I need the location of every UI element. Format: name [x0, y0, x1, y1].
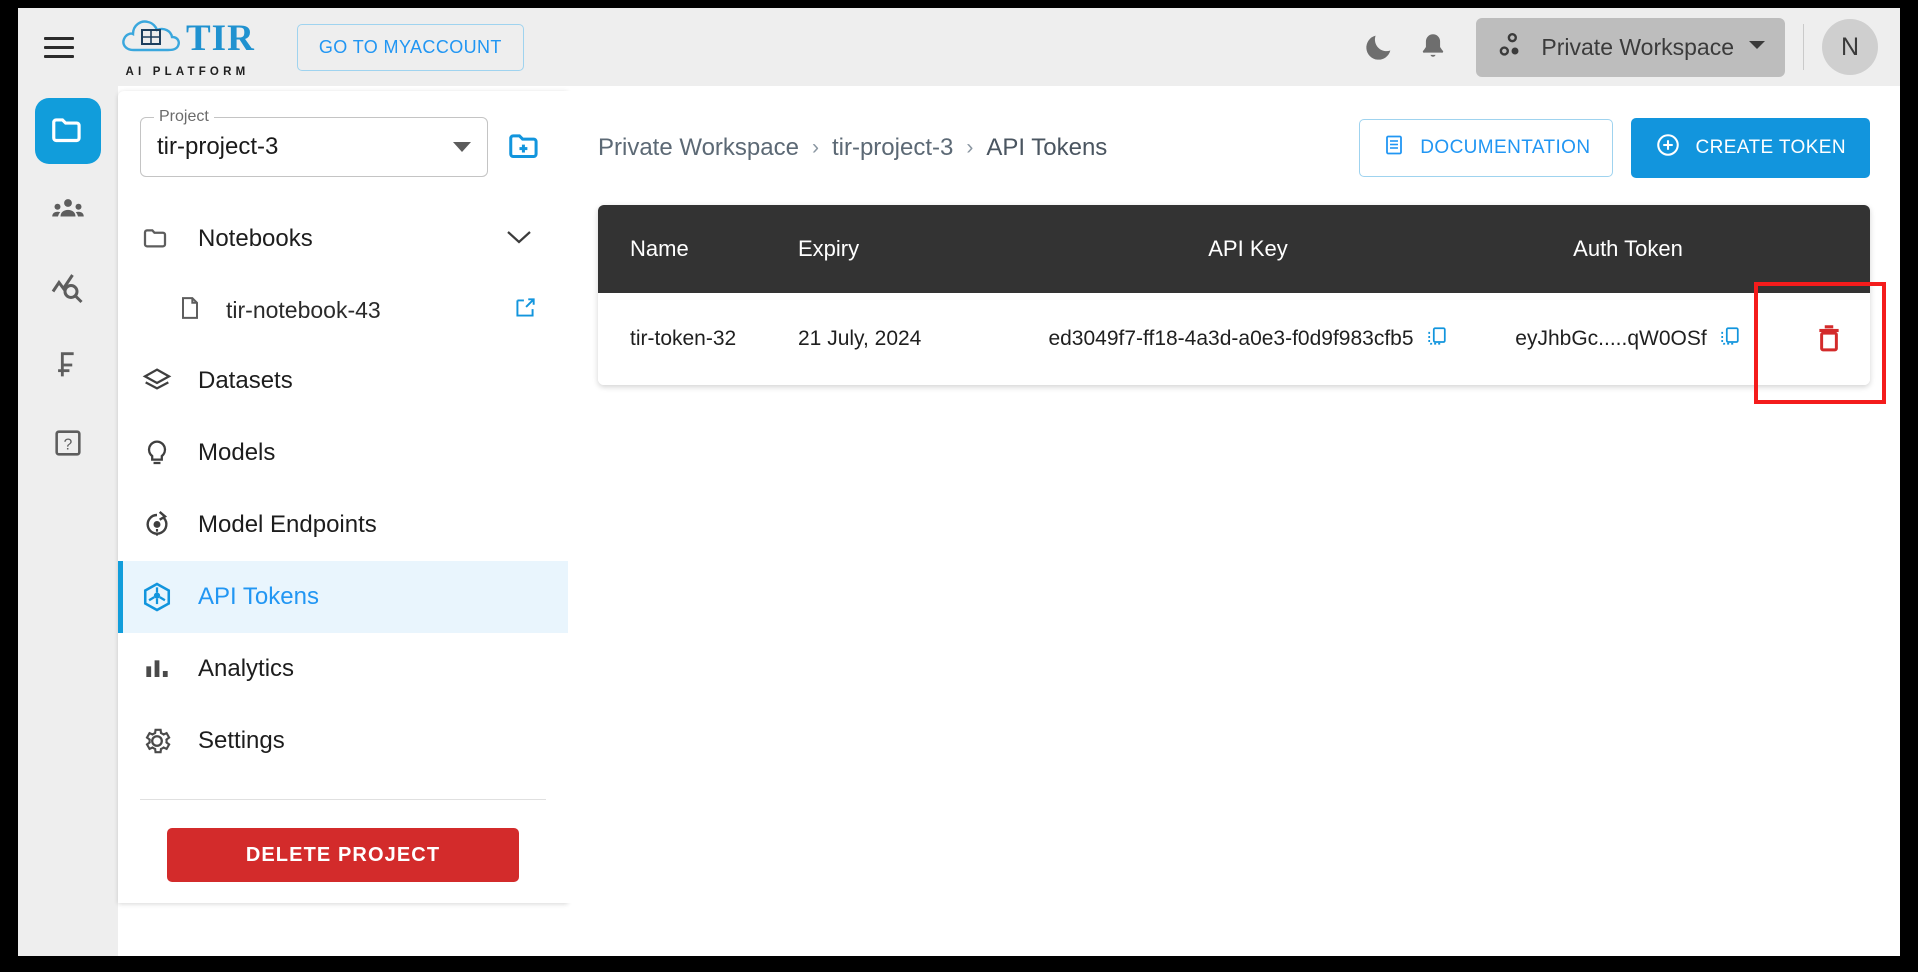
create-token-button-label: CREATE TOKEN: [1695, 137, 1846, 158]
create-token-button[interactable]: CREATE TOKEN: [1631, 118, 1870, 178]
app-window: TIR AI PLATFORM GO TO MYACCOUNT Private …: [18, 8, 1900, 956]
rail-item-billing[interactable]: [35, 332, 101, 398]
rail-item-help[interactable]: ?: [35, 410, 101, 476]
left-rail: ?: [18, 86, 118, 956]
logo-subtitle: AI PLATFORM: [125, 66, 250, 78]
column-header-auth-token: Auth Token: [1573, 236, 1683, 261]
cell-api-key: ed3049f7-ff18-4a3d-a0e3-f0d9f983cfb5: [1028, 325, 1468, 353]
sidebar-item-datasets[interactable]: Datasets: [118, 345, 568, 417]
doc-icon: [1382, 133, 1406, 163]
plus-circle-icon: [1655, 132, 1681, 164]
logo-title: TIR: [186, 18, 255, 59]
breadcrumb-item-project[interactable]: tir-project-3: [832, 134, 953, 162]
content-header: Private Workspace › tir-project-3 › API …: [568, 91, 1900, 178]
file-icon: [176, 294, 204, 327]
cell-token-expiry: 21 July, 2024: [798, 327, 922, 350]
layers-icon: [140, 365, 174, 397]
question-box-icon: ?: [55, 430, 81, 456]
moon-icon[interactable]: [1352, 20, 1406, 74]
sidebar-item-notebooks[interactable]: Notebooks: [118, 203, 568, 275]
header-actions: DOCUMENTATION CREATE TOKEN: [1359, 118, 1870, 178]
delete-token-button[interactable]: [1797, 307, 1861, 371]
avatar[interactable]: N: [1822, 19, 1878, 75]
cell-actions: [1788, 307, 1870, 371]
project-select-value: tir-project-3: [157, 133, 279, 160]
sidebar-item-settings[interactable]: Settings: [118, 705, 568, 777]
sidebar-item-models[interactable]: Models: [118, 417, 568, 489]
top-bar: TIR AI PLATFORM GO TO MYACCOUNT Private …: [18, 8, 1900, 86]
tir-logo: TIR AI PLATFORM: [120, 16, 255, 78]
column-header-expiry: Expiry: [798, 236, 860, 261]
sidebar-item-analytics[interactable]: Analytics: [118, 633, 568, 705]
documentation-button[interactable]: DOCUMENTATION: [1359, 119, 1614, 177]
rail-item-monitoring[interactable]: [35, 254, 101, 320]
table-header-row: Name Expiry API Key Auth Token: [598, 205, 1870, 293]
chevron-down-icon: [1748, 38, 1766, 56]
sidebar-item-label: Analytics: [198, 655, 295, 682]
rail-item-projects[interactable]: [35, 98, 101, 164]
sidebar-item-label: Model Endpoints: [198, 511, 377, 538]
sidebar-item-api-tokens[interactable]: API Tokens: [118, 561, 568, 633]
endpoint-icon: [140, 509, 174, 541]
project-select[interactable]: Project tir-project-3: [140, 108, 488, 177]
folder-plus-icon[interactable]: [504, 126, 546, 168]
sidebar-divider: [140, 799, 546, 800]
copy-icon[interactable]: [1719, 325, 1741, 353]
people-icon: [52, 199, 84, 217]
auth-token-value: eyJhbGc.....qW0OSf: [1515, 327, 1707, 350]
cube-icon: [140, 580, 174, 614]
divider: [1803, 24, 1804, 70]
chevron-down-icon: [453, 142, 471, 152]
workspace-nodes-icon: [1495, 29, 1527, 66]
column-header-name: Name: [630, 236, 689, 261]
main-content: Private Workspace › tir-project-3 › API …: [568, 91, 1900, 903]
trash-icon: [1812, 321, 1846, 358]
franc-icon: [58, 352, 74, 377]
folder-outline-icon: [140, 223, 174, 255]
workspace-selector[interactable]: Private Workspace: [1476, 17, 1785, 77]
api-key-value: ed3049f7-ff18-4a3d-a0e3-f0d9f983cfb5: [1048, 327, 1414, 350]
bar-chart-icon: [140, 653, 174, 685]
go-to-myaccount-button[interactable]: GO TO MYACCOUNT: [296, 23, 524, 71]
sidebar-nav: Notebooks tir-notebook-43 Datasets Model…: [118, 203, 568, 777]
top-bar-right: Private Workspace N: [1352, 17, 1900, 77]
breadcrumb-item-current: API Tokens: [986, 134, 1108, 161]
sidebar-item-label: Models: [198, 439, 276, 466]
sidebar-item-label: Settings: [198, 727, 285, 754]
svg-text:?: ?: [64, 436, 73, 453]
cloud-logo-icon: [120, 16, 182, 61]
external-link-icon[interactable]: [512, 295, 538, 326]
bell-icon[interactable]: [1406, 20, 1460, 74]
workspace-label: Private Workspace: [1541, 33, 1734, 60]
gear-icon: [140, 725, 174, 757]
hamburger-icon[interactable]: [36, 24, 82, 70]
bulb-icon: [140, 437, 174, 469]
column-header-api-key: API Key: [1208, 236, 1288, 261]
project-selector-row: Project tir-project-3: [118, 91, 568, 177]
cell-auth-token: eyJhbGc.....qW0OSf: [1468, 325, 1788, 353]
cell-token-name: tir-token-32: [630, 327, 737, 350]
sidebar-item-tir-notebook-43[interactable]: tir-notebook-43: [118, 275, 568, 345]
project-select-label: Project: [154, 108, 214, 126]
breadcrumb: Private Workspace › tir-project-3 › API …: [598, 134, 1107, 162]
chevron-down-icon[interactable]: [506, 229, 532, 250]
breadcrumb-item-workspace[interactable]: Private Workspace: [598, 134, 799, 162]
sidebar-item-label: tir-notebook-43: [226, 296, 381, 323]
sidebar-item-label: Datasets: [198, 367, 293, 394]
rail-item-team[interactable]: [35, 176, 101, 242]
sidebar-item-label: Notebooks: [198, 225, 313, 252]
table-row: tir-token-32 21 July, 2024 ed3049f7-ff18…: [598, 293, 1870, 385]
copy-icon[interactable]: [1426, 325, 1448, 353]
breadcrumb-separator: ›: [966, 136, 974, 159]
chart-search-icon: [51, 274, 83, 304]
delete-project-button[interactable]: DELETE PROJECT: [167, 828, 519, 882]
folder-icon: [52, 118, 81, 143]
documentation-button-label: DOCUMENTATION: [1420, 137, 1591, 158]
breadcrumb-separator: ›: [811, 136, 819, 159]
sidebar-item-label: API Tokens: [198, 583, 319, 610]
api-tokens-table: Name Expiry API Key Auth Token tir-token…: [598, 205, 1870, 385]
sidebar-item-model-endpoints[interactable]: Model Endpoints: [118, 489, 568, 561]
project-sidebar: Project tir-project-3 Notebooks tir-note…: [118, 91, 568, 903]
